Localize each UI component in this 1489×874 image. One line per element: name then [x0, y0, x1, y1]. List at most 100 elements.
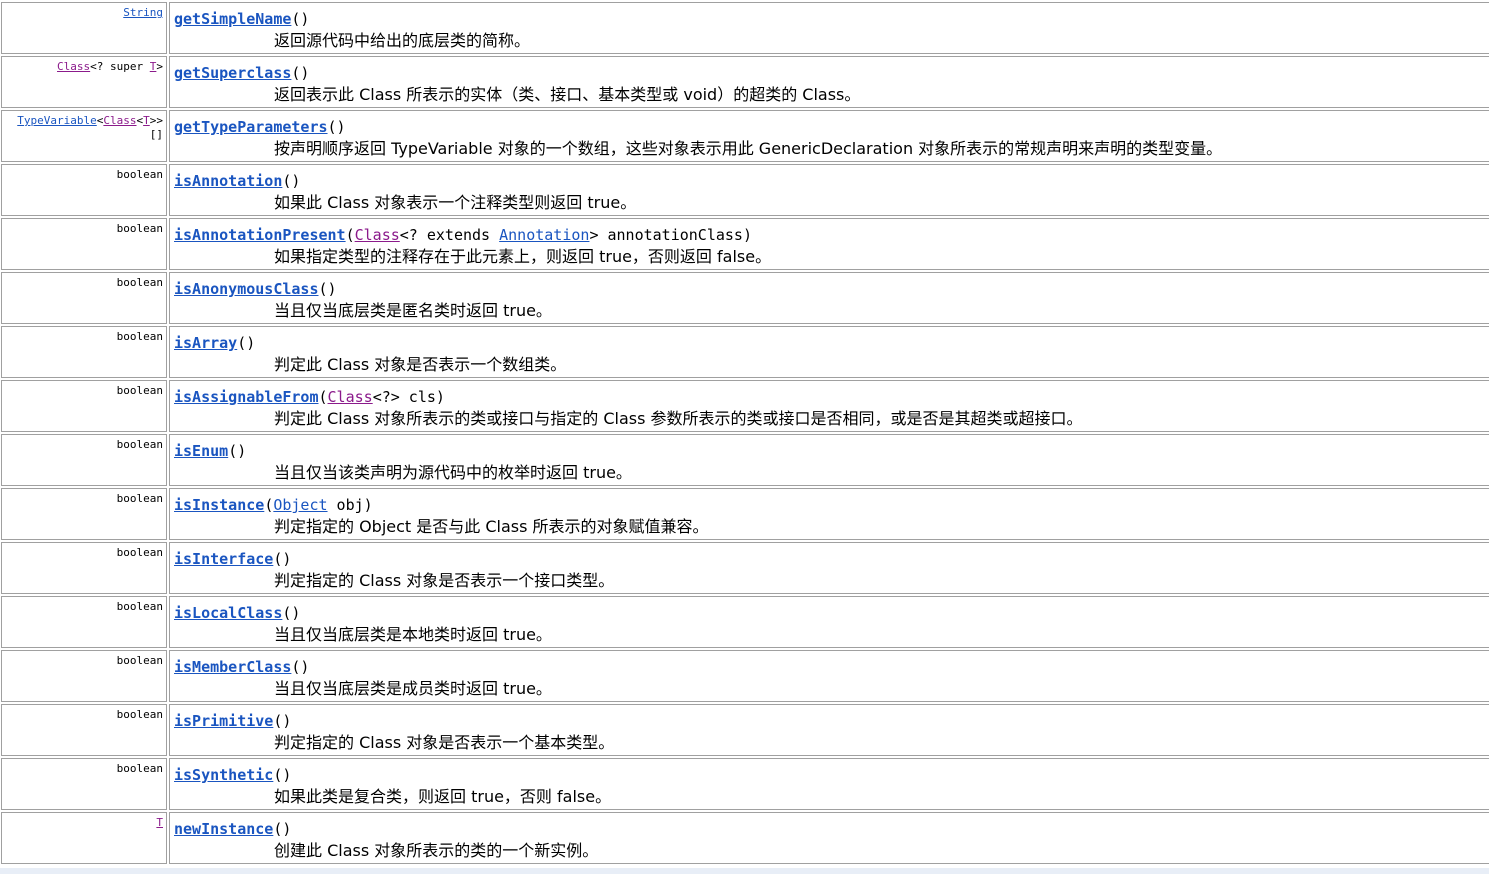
return-type: boolean	[116, 654, 163, 667]
method-params: ()	[282, 604, 301, 622]
return-type-cell: TypeVariable<Class<T>>[]	[1, 110, 167, 162]
method-cell: getTypeParameters() 按声明顺序返回 TypeVariable…	[169, 110, 1489, 162]
method-link[interactable]: isAnnotation	[174, 172, 282, 190]
method-params: obj)	[327, 496, 373, 514]
method-link[interactable]: getSimpleName	[174, 10, 291, 28]
return-type: boolean	[116, 384, 163, 397]
return-type-cell: boolean	[1, 650, 167, 702]
method-params: ()	[237, 334, 256, 352]
method-description: 如果指定类型的注释存在于此元素上，则返回 true，否则返回 false。	[274, 247, 772, 266]
table-row: boolean isLocalClass() 当且仅当底层类是本地类时返回 tr…	[0, 596, 1489, 650]
method-cell: isInstance(Object obj) 判定指定的 Object 是否与此…	[169, 488, 1489, 540]
return-type: boolean	[116, 438, 163, 451]
method-description: 如果此 Class 对象表示一个注释类型则返回 true。	[274, 193, 637, 212]
method-params: ()	[291, 10, 310, 28]
method-description: 判定此 Class 对象是否表示一个数组类。	[274, 355, 567, 374]
return-type: boolean	[116, 600, 163, 613]
return-type-cell: boolean	[1, 164, 167, 216]
return-type-link[interactable]: Class	[57, 60, 90, 73]
return-type-cell: String	[1, 2, 167, 54]
table-row: Class<? super T> getSuperclass() 返回表示此 C…	[0, 56, 1489, 110]
return-type: boolean	[116, 330, 163, 343]
method-link[interactable]: isArray	[174, 334, 237, 352]
table-row: String getSimpleName() 返回源代码中给出的底层类的简称。	[0, 2, 1489, 56]
return-type: boolean	[116, 708, 163, 721]
param-class-link[interactable]: Class	[328, 388, 373, 406]
return-type-cell: boolean	[1, 758, 167, 810]
return-type-cell: T	[1, 812, 167, 864]
method-link[interactable]: isInterface	[174, 550, 273, 568]
method-params: (	[264, 496, 274, 514]
method-cell: isAssignableFrom(Class<?> cls) 判定此 Class…	[169, 380, 1489, 432]
method-params: > annotationClass)	[589, 226, 752, 244]
method-link[interactable]: isAnnotationPresent	[174, 226, 346, 244]
param-object-link[interactable]: Object	[273, 496, 327, 514]
method-params: ()	[273, 820, 292, 838]
method-description: 判定指定的 Class 对象是否表示一个接口类型。	[274, 571, 615, 590]
method-link[interactable]: newInstance	[174, 820, 273, 838]
method-params: ()	[291, 658, 310, 676]
method-description: 判定指定的 Object 是否与此 Class 所表示的对象赋值兼容。	[274, 517, 709, 536]
bottom-scroll-strip	[0, 868, 1489, 874]
return-type-link[interactable]: TypeVariable	[17, 114, 96, 127]
method-params: <?> cls)	[372, 388, 445, 406]
method-link[interactable]: getTypeParameters	[174, 118, 328, 136]
method-description: 当且仅当底层类是本地类时返回 true。	[274, 625, 552, 644]
param-annotation-link[interactable]: Annotation	[499, 226, 589, 244]
table-row: boolean isAnonymousClass() 当且仅当底层类是匿名类时返…	[0, 272, 1489, 326]
method-cell: isAnonymousClass() 当且仅当底层类是匿名类时返回 true。	[169, 272, 1489, 324]
method-params: <? extends	[399, 226, 500, 244]
method-link[interactable]: isPrimitive	[174, 712, 273, 730]
type-generic-text: <? super	[90, 60, 150, 73]
return-type: boolean	[116, 222, 163, 235]
type-generic-text: >>	[149, 114, 163, 127]
return-type-cell: boolean	[1, 488, 167, 540]
return-type: boolean	[116, 546, 163, 559]
table-row: boolean isArray() 判定此 Class 对象是否表示一个数组类。	[0, 326, 1489, 380]
table-row: boolean isAnnotation() 如果此 Class 对象表示一个注…	[0, 164, 1489, 218]
return-type-cell: boolean	[1, 542, 167, 594]
table-row: boolean isMemberClass() 当且仅当底层类是成员类时返回 t…	[0, 650, 1489, 704]
table-row: T newInstance() 创建此 Class 对象所表示的类的一个新实例。	[0, 812, 1489, 866]
method-cell: isAnnotation() 如果此 Class 对象表示一个注释类型则返回 t…	[169, 164, 1489, 216]
method-description: 当且仅当底层类是匿名类时返回 true。	[274, 301, 552, 320]
method-params: ()	[273, 550, 292, 568]
method-link[interactable]: getSuperclass	[174, 64, 291, 82]
method-link[interactable]: isAnonymousClass	[174, 280, 319, 298]
method-link[interactable]: isInstance	[174, 496, 264, 514]
method-link[interactable]: isEnum	[174, 442, 228, 460]
method-description: 如果此类是复合类，则返回 true，否则 false。	[274, 787, 612, 806]
method-cell: isLocalClass() 当且仅当底层类是本地类时返回 true。	[169, 596, 1489, 648]
method-params: ()	[327, 118, 346, 136]
method-params: ()	[228, 442, 247, 460]
method-cell: isAnnotationPresent(Class<? extends Anno…	[169, 218, 1489, 270]
return-type-cell: boolean	[1, 434, 167, 486]
type-param-link[interactable]: T	[143, 114, 150, 127]
array-suffix: []	[149, 128, 163, 141]
return-type: boolean	[116, 168, 163, 181]
return-type-cell: boolean	[1, 380, 167, 432]
method-link[interactable]: isAssignableFrom	[174, 388, 319, 406]
method-cell: getSimpleName() 返回源代码中给出的底层类的简称。	[169, 2, 1489, 54]
method-cell: isInterface() 判定指定的 Class 对象是否表示一个接口类型。	[169, 542, 1489, 594]
method-params: ()	[282, 172, 301, 190]
table-row: boolean isEnum() 当且仅当该类声明为源代码中的枚举时返回 tru…	[0, 434, 1489, 488]
method-description: 按声明顺序返回 TypeVariable 对象的一个数组，这些对象表示用此 Ge…	[274, 139, 1223, 158]
method-link[interactable]: isSynthetic	[174, 766, 273, 784]
return-type: boolean	[116, 762, 163, 775]
method-link[interactable]: isMemberClass	[174, 658, 291, 676]
return-type-link[interactable]: String	[123, 6, 163, 19]
type-class-link[interactable]: Class	[103, 114, 136, 127]
table-row: boolean isInterface() 判定指定的 Class 对象是否表示…	[0, 542, 1489, 596]
method-params: ()	[291, 64, 310, 82]
return-type-link[interactable]: T	[156, 816, 163, 829]
method-cell: isMemberClass() 当且仅当底层类是成员类时返回 true。	[169, 650, 1489, 702]
table-row: TypeVariable<Class<T>>[] getTypeParamete…	[0, 110, 1489, 164]
method-cell: isSynthetic() 如果此类是复合类，则返回 true，否则 false…	[169, 758, 1489, 810]
param-class-link[interactable]: Class	[355, 226, 400, 244]
method-params: ()	[273, 712, 292, 730]
method-link[interactable]: isLocalClass	[174, 604, 282, 622]
table-row: boolean isAnnotationPresent(Class<? exte…	[0, 218, 1489, 272]
return-type: boolean	[116, 276, 163, 289]
return-type-cell: boolean	[1, 326, 167, 378]
